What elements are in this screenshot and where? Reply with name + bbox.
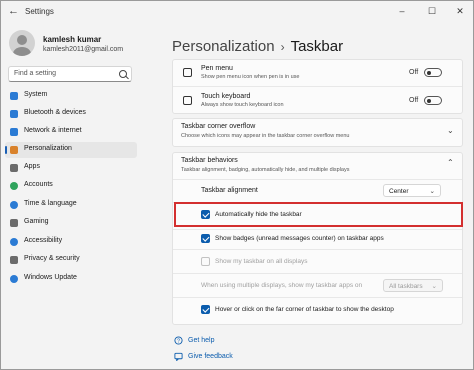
- taskbar-alignment-label: Taskbar alignment: [201, 187, 258, 194]
- taskbar-alignment-dropdown[interactable]: Center ⌄: [383, 184, 441, 197]
- divider: [173, 249, 462, 250]
- accessibility-icon: [10, 238, 18, 246]
- corner-overflow-desc: Choose which icons may appear in the tas…: [181, 133, 350, 139]
- get-help-link[interactable]: Get help: [188, 337, 214, 344]
- settings-window: ← Settings – ☐ ✕ kamlesh kumar kamlesh20…: [0, 0, 474, 370]
- gamepad-icon: [10, 219, 18, 227]
- app-title: Settings: [25, 7, 54, 16]
- pen-menu-state: Off: [409, 69, 419, 76]
- breadcrumb-parent[interactable]: Personalization: [172, 38, 275, 55]
- sidebar-item-label: Accounts: [24, 181, 53, 188]
- touch-keyboard-title: Touch keyboard: [201, 93, 251, 100]
- sidebar-item-label: Accessibility: [24, 237, 63, 244]
- multi-display-dropdown[interactable]: All taskbars ⌄: [383, 279, 443, 292]
- touch-keyboard-state: Off: [409, 97, 419, 104]
- multi-display-label: When using multiple displays, show my ta…: [201, 282, 363, 289]
- close-icon[interactable]: ✕: [449, 4, 471, 18]
- user-name: kamlesh kumar: [43, 35, 102, 44]
- sidebar-item-time-language[interactable]: Time & language: [5, 197, 137, 213]
- taskbar-alignment-value: Center: [389, 188, 409, 195]
- person-icon: [10, 182, 18, 190]
- update-icon: [10, 275, 18, 283]
- sidebar-item-accessibility[interactable]: Accessibility: [5, 234, 137, 250]
- sidebar-item-network[interactable]: Network & internet: [5, 124, 137, 140]
- sidebar-item-windows-update[interactable]: Windows Update: [5, 271, 137, 287]
- avatar[interactable]: [9, 30, 35, 56]
- active-indicator: [5, 146, 7, 154]
- divider: [173, 86, 462, 87]
- chevron-up-icon[interactable]: ⌃: [447, 158, 454, 167]
- search-input[interactable]: Find a setting: [8, 66, 132, 82]
- page-title: Taskbar: [290, 38, 344, 55]
- pen-icon: [183, 68, 192, 77]
- show-desktop-label: Hover or click on the far corner of task…: [215, 306, 394, 313]
- feedback-icon: [174, 352, 183, 361]
- minimize-icon[interactable]: –: [391, 4, 413, 18]
- sidebar-item-label: Network & internet: [24, 127, 82, 134]
- search-placeholder: Find a setting: [14, 70, 57, 77]
- brush-icon: [10, 146, 18, 154]
- sidebar-item-label: Personalization: [24, 145, 72, 152]
- sidebar-item-bluetooth[interactable]: Bluetooth & devices: [5, 106, 137, 122]
- monitor-icon: [10, 92, 18, 100]
- bluetooth-icon: [10, 110, 18, 118]
- breadcrumb-separator: ›: [280, 40, 285, 54]
- corner-overflow-title: Taskbar corner overflow: [181, 123, 256, 130]
- all-displays-checkbox[interactable]: [201, 257, 210, 266]
- sidebar-item-gaming[interactable]: Gaming: [5, 215, 137, 231]
- sidebar-item-label: Bluetooth & devices: [24, 109, 86, 116]
- keyboard-icon: [183, 96, 192, 105]
- help-icon: ?: [174, 336, 183, 345]
- network-icon: [10, 128, 18, 136]
- touch-keyboard-desc: Always show touch keyboard icon: [201, 102, 284, 108]
- apps-icon: [10, 164, 18, 172]
- pen-menu-desc: Show pen menu icon when pen is in use: [201, 74, 300, 80]
- breadcrumb: Personalization › Taskbar: [172, 38, 343, 55]
- sidebar-item-privacy[interactable]: Privacy & security: [5, 252, 137, 268]
- touch-keyboard-toggle[interactable]: [424, 96, 442, 105]
- back-arrow-icon[interactable]: ←: [8, 5, 19, 17]
- avatar-head-icon: [17, 35, 27, 45]
- sidebar-item-personalization[interactable]: Personalization: [5, 142, 137, 158]
- search-icon: [119, 70, 127, 78]
- show-badges-checkbox[interactable]: [201, 234, 210, 243]
- chevron-down-icon: ⌄: [431, 283, 437, 290]
- pen-menu-title: Pen menu: [201, 65, 233, 72]
- show-desktop-checkbox[interactable]: [201, 305, 210, 314]
- highlight-box: [174, 202, 463, 227]
- taskbar-behaviors-title: Taskbar behaviors: [181, 157, 238, 164]
- sidebar-item-label: Privacy & security: [24, 255, 80, 262]
- chevron-down-icon: ⌄: [447, 126, 454, 135]
- sidebar-item-label: Apps: [24, 163, 40, 170]
- globe-clock-icon: [10, 201, 18, 209]
- title-bar: ← Settings – ☐ ✕: [1, 1, 473, 23]
- sidebar-item-accounts[interactable]: Accounts: [5, 178, 137, 194]
- avatar-body-icon: [13, 47, 31, 56]
- sidebar-item-apps[interactable]: Apps: [5, 160, 137, 176]
- divider: [173, 229, 462, 230]
- show-badges-label: Show badges (unread messages counter) on…: [215, 235, 384, 242]
- divider: [173, 179, 462, 180]
- all-displays-label: Show my taskbar on all displays: [215, 258, 308, 265]
- chevron-down-icon: ⌄: [429, 188, 435, 195]
- give-feedback-link[interactable]: Give feedback: [188, 353, 233, 360]
- user-email: kamlesh2011@gmail.com: [43, 46, 124, 53]
- divider: [173, 297, 462, 298]
- sidebar-item-label: Windows Update: [24, 274, 77, 281]
- shield-icon: [10, 256, 18, 264]
- sidebar-item-label: System: [24, 91, 48, 98]
- sidebar-item-system[interactable]: System: [5, 88, 137, 104]
- svg-text:?: ?: [177, 339, 180, 345]
- taskbar-behaviors-desc: Taskbar alignment, badging, automaticall…: [181, 167, 350, 173]
- sidebar-item-label: Gaming: [24, 218, 49, 225]
- divider: [173, 273, 462, 274]
- maximize-icon[interactable]: ☐: [421, 4, 443, 18]
- pen-menu-toggle[interactable]: [424, 68, 442, 77]
- multi-display-value: All taskbars: [389, 283, 423, 290]
- sidebar-item-label: Time & language: [24, 200, 77, 207]
